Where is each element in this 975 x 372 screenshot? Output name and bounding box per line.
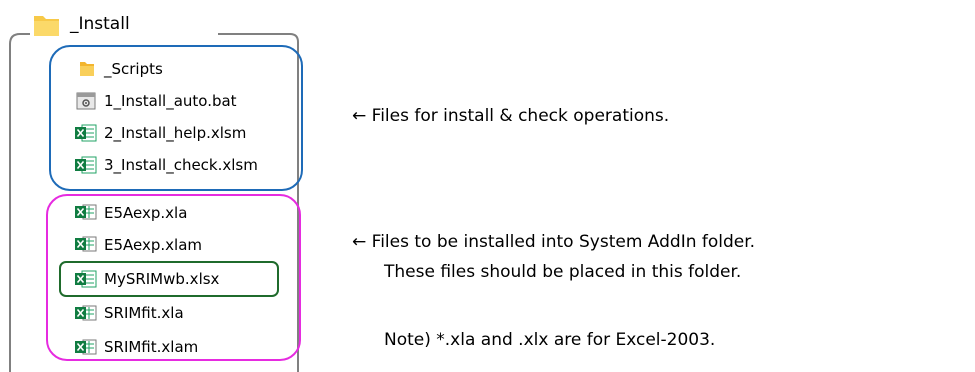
excel-addin-icon (75, 236, 97, 252)
file-item-srimfit-xlam[interactable]: SRIMfit.xlam (104, 338, 198, 356)
file-item-mysrimwb-xlsx[interactable]: MySRIMwb.xlsx (104, 270, 219, 288)
excel-addin-icon (75, 204, 97, 220)
file-item-e5aexp-xla[interactable]: E5Aexp.xla (104, 204, 187, 222)
excel-addin-icon (75, 339, 97, 355)
batch-file-icon (76, 92, 96, 110)
excel-macro-icon (75, 124, 97, 142)
file-item-e5aexp-xlam[interactable]: E5Aexp.xlam (104, 236, 202, 254)
file-item-install-help-xlsm[interactable]: 2_Install_help.xlsm (104, 124, 246, 142)
addin-note-line1: ← Files to be installed into System AddI… (352, 232, 756, 252)
root-folder-label[interactable]: _Install (70, 14, 130, 34)
folder-icon (34, 16, 59, 36)
outer-folder-bracket (9, 33, 30, 372)
folder-icon (80, 62, 94, 76)
file-item-install-check-xlsm[interactable]: 3_Install_check.xlsm (104, 156, 258, 174)
file-item-srimfit-xla[interactable]: SRIMfit.xla (104, 304, 184, 322)
excel-version-note: Note) *.xla and .xlx are for Excel-2003. (384, 330, 716, 350)
excel-macro-icon (75, 156, 97, 174)
install-check-note: ← Files for install & check operations. (352, 106, 670, 126)
file-item-install-auto-bat[interactable]: 1_Install_auto.bat (104, 92, 237, 110)
file-item-scripts[interactable]: _Scripts (104, 60, 163, 78)
excel-workbook-icon (75, 270, 97, 288)
excel-addin-icon (75, 305, 97, 321)
addin-note-line2: These files should be placed in this fol… (384, 262, 742, 282)
outer-folder-bracket-right (218, 33, 299, 372)
